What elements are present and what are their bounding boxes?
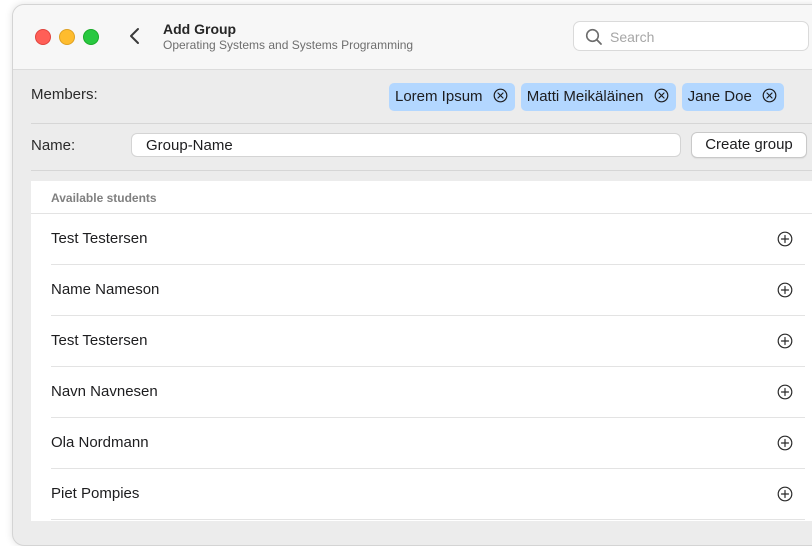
member-chip: Lorem Ipsum (389, 83, 515, 111)
remove-member-icon[interactable] (654, 88, 669, 103)
member-chip-label: Jane Doe (687, 88, 752, 106)
member-chip-label: Lorem Ipsum (395, 88, 483, 106)
back-button[interactable] (125, 23, 147, 49)
student-name: Test Testersen (51, 332, 148, 349)
add-student-icon[interactable] (777, 333, 793, 349)
magnifier-icon (585, 28, 602, 45)
add-student-icon[interactable] (777, 282, 793, 298)
group-name-input[interactable] (131, 133, 681, 157)
member-chip: Matti Meikäläinen (520, 83, 676, 111)
zoom-window-button[interactable] (83, 29, 99, 45)
minimize-window-button[interactable] (59, 29, 75, 45)
add-student-icon[interactable] (777, 486, 793, 502)
app-window: Add Group Operating Systems and Systems … (12, 4, 812, 546)
student-row[interactable]: Test Testersen (51, 316, 805, 367)
remove-member-icon[interactable] (762, 88, 777, 103)
student-row[interactable]: Name Nameson (51, 265, 805, 316)
title-block: Add Group Operating Systems and Systems … (163, 21, 413, 53)
student-name: Ola Nordmann (51, 434, 149, 451)
member-chip: Jane Doe (681, 83, 784, 111)
student-row[interactable]: Test Testersen (51, 214, 805, 265)
divider (31, 170, 812, 171)
list-header: Available students (31, 181, 812, 214)
available-students-list: Available students Test Testersen Name N… (31, 181, 812, 521)
page-title: Add Group (163, 21, 237, 37)
add-student-icon[interactable] (777, 384, 793, 400)
member-chips: Lorem Ipsum Matti Meikäläinen Jane Doe (389, 83, 790, 113)
name-row: Name: Create group (13, 124, 812, 170)
add-student-icon[interactable] (777, 231, 793, 247)
close-window-button[interactable] (35, 29, 51, 45)
add-student-icon[interactable] (777, 435, 793, 451)
members-label: Members: (31, 86, 98, 103)
search-input[interactable] (608, 26, 802, 48)
members-row: Members: Lorem Ipsum Matti Meikäläinen J… (13, 69, 812, 123)
student-name: Navn Navnesen (51, 383, 158, 400)
search-field[interactable] (573, 21, 809, 51)
remove-member-icon[interactable] (493, 88, 508, 103)
page-subtitle: Operating Systems and Systems Programmin… (163, 38, 414, 52)
toolbar: Add Group Operating Systems and Systems … (13, 5, 812, 70)
create-group-button[interactable]: Create group (691, 132, 807, 158)
student-name: Name Nameson (51, 281, 160, 298)
name-label: Name: (31, 137, 76, 154)
student-row[interactable]: Piet Pompies (51, 469, 805, 520)
student-row[interactable]: Ola Nordmann (51, 418, 805, 469)
student-name: Piet Pompies (51, 485, 140, 502)
member-chip-label: Matti Meikäläinen (526, 88, 644, 106)
student-name: Test Testersen (51, 230, 148, 247)
chevron-left-icon (130, 28, 139, 44)
student-row[interactable]: Navn Navnesen (51, 367, 805, 418)
